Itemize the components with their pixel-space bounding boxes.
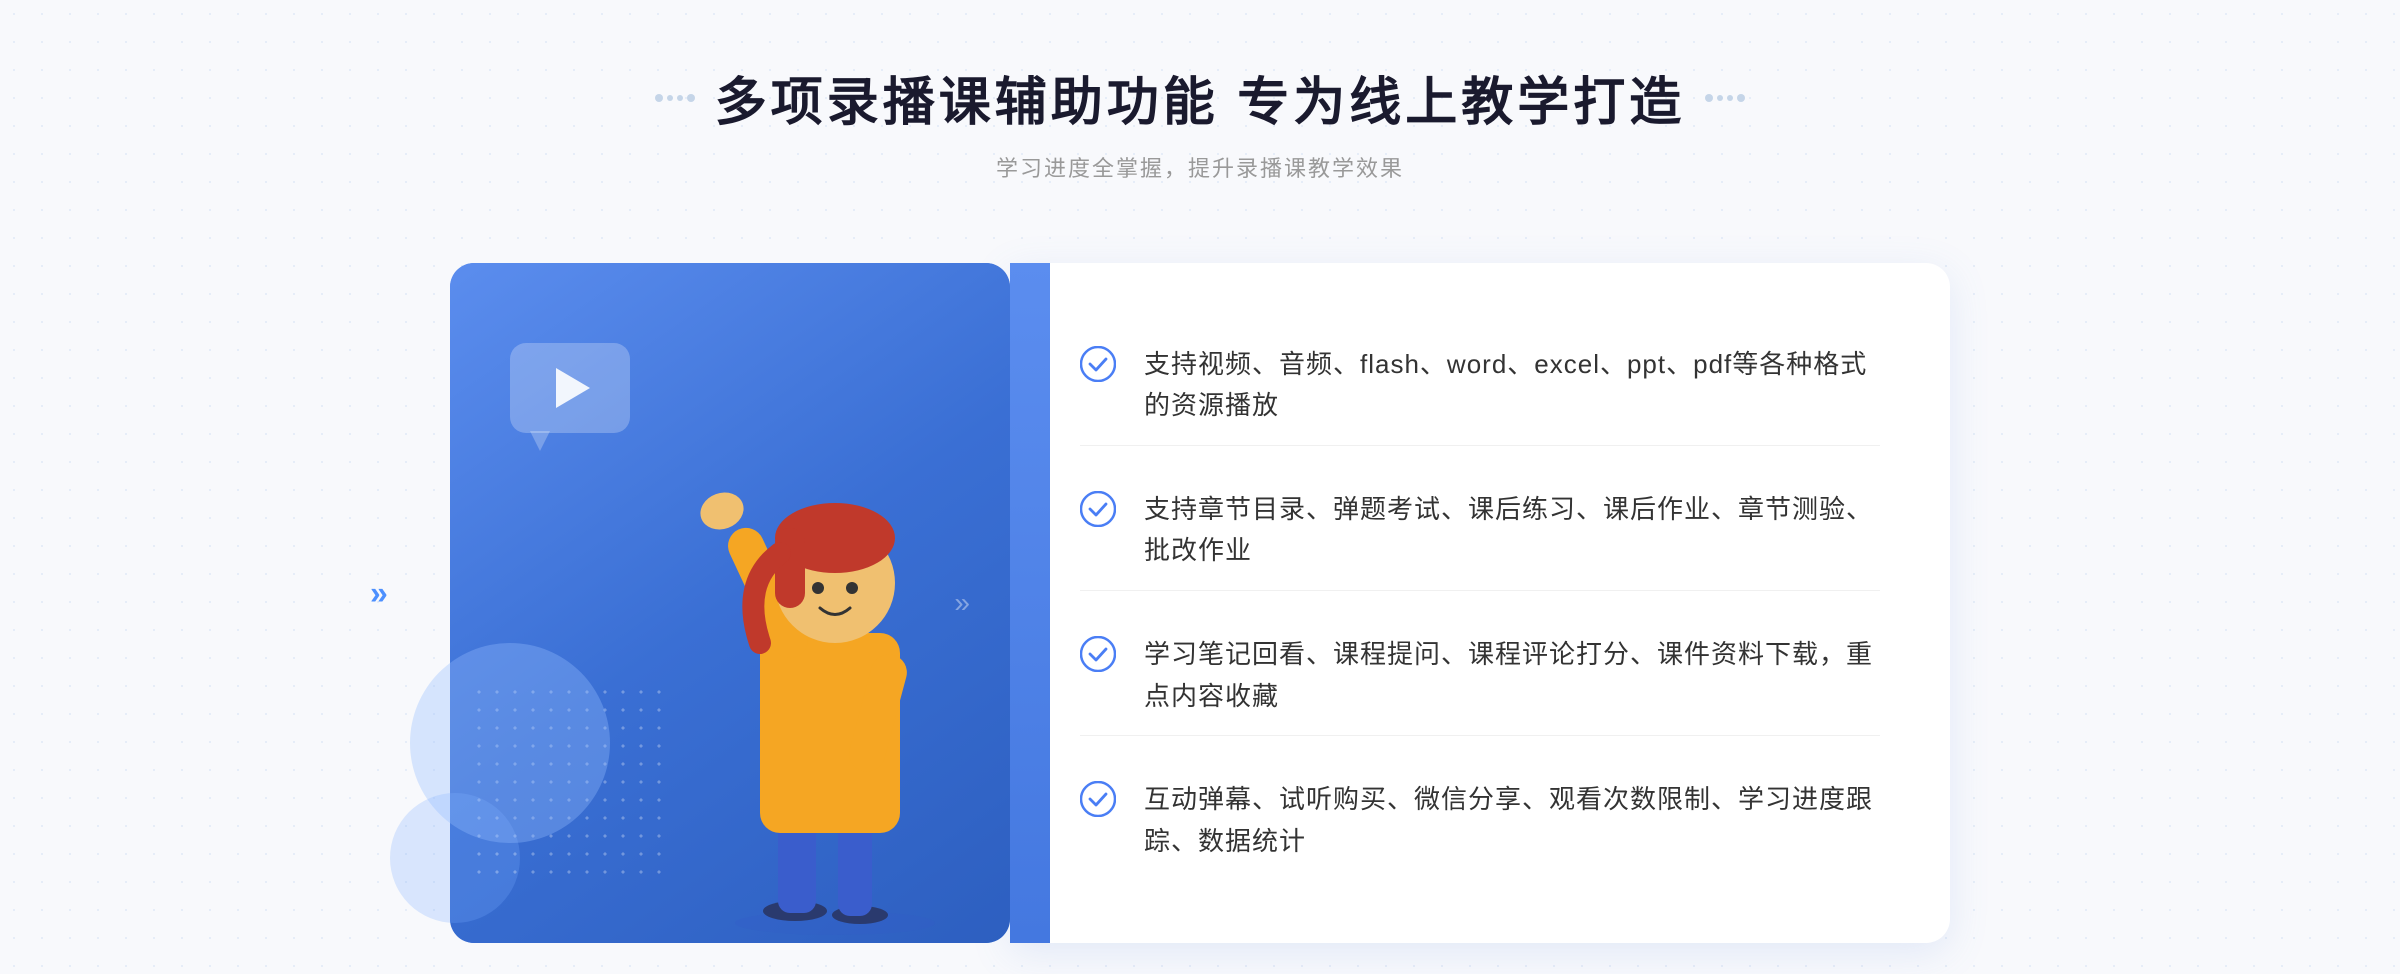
feature-text-4: 互动弹幕、试听购买、微信分享、观看次数限制、学习进度跟踪、数据统计: [1144, 779, 1880, 862]
header-section: 多项录播课辅助功能 专为线上教学打造 学习进度全掌握，提升录播课教学效果: [655, 60, 1745, 183]
person-illustration: [660, 363, 1010, 943]
feature-item-4: 互动弹幕、试听购买、微信分享、观看次数限制、学习进度跟踪、数据统计: [1080, 761, 1880, 880]
dot-4: [687, 94, 695, 102]
dot-1: [655, 94, 663, 102]
dot-7: [1727, 95, 1733, 101]
content-area: »: [450, 243, 1950, 943]
feature-text-2: 支持章节目录、弹题考试、课后练习、课后作业、章节测验、批改作业: [1144, 489, 1880, 572]
title-row: 多项录播课辅助功能 专为线上教学打造: [655, 60, 1745, 135]
dot-5: [1705, 94, 1713, 102]
person-svg: [660, 363, 1010, 943]
feature-text-1: 支持视频、音频、flash、word、excel、ppt、pdf等各种格式的资源…: [1144, 344, 1880, 427]
blue-circle-large: [410, 643, 610, 843]
play-bubble: [510, 343, 630, 433]
feature-item-2: 支持章节目录、弹题考试、课后练习、课后作业、章节测验、批改作业: [1080, 471, 1880, 591]
left-decorative-dots: [655, 94, 695, 102]
subtitle: 学习进度全掌握，提升录播课教学效果: [655, 151, 1745, 183]
right-panel: 支持视频、音频、flash、word、excel、ppt、pdf等各种格式的资源…: [1010, 263, 1950, 943]
dot-6: [1717, 95, 1723, 101]
check-icon-4: [1080, 781, 1116, 817]
left-chevron-icon: »: [370, 575, 388, 612]
feature-item-3: 学习笔记回看、课程提问、课程评论打分、课件资料下载，重点内容收藏: [1080, 616, 1880, 736]
dot-8: [1737, 94, 1745, 102]
right-decorative-dots: [1705, 94, 1745, 102]
page-container: 多项录播课辅助功能 专为线上教学打造 学习进度全掌握，提升录播课教学效果 »: [0, 0, 2400, 943]
feature-item-1: 支持视频、音频、flash、word、excel、ppt、pdf等各种格式的资源…: [1080, 326, 1880, 446]
check-icon-3: [1080, 636, 1116, 672]
dot-3: [677, 95, 683, 101]
check-icon-2: [1080, 491, 1116, 527]
illustration-card: »: [450, 263, 1010, 943]
play-icon: [556, 368, 590, 408]
check-icon-1: [1080, 346, 1116, 382]
feature-text-3: 学习笔记回看、课程提问、课程评论打分、课件资料下载，重点内容收藏: [1144, 634, 1880, 717]
blue-separator-bar: [1010, 263, 1050, 943]
main-title: 多项录播课辅助功能 专为线上教学打造: [715, 60, 1685, 135]
dot-2: [667, 95, 673, 101]
